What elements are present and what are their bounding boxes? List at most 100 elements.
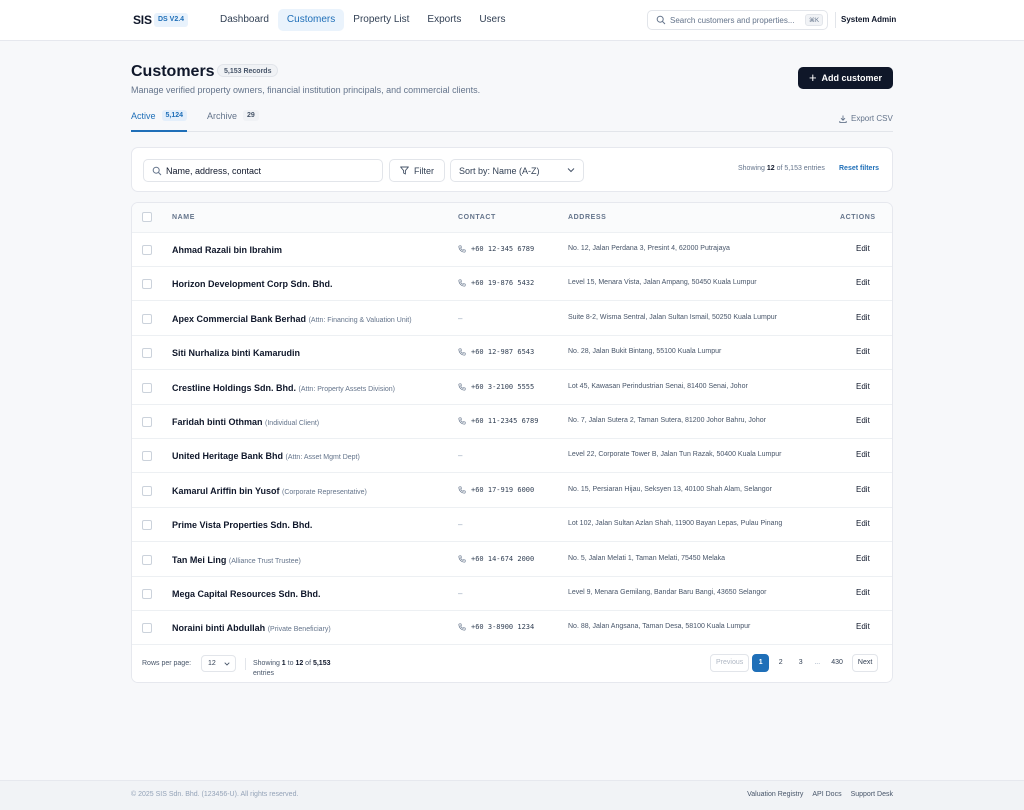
customer-name[interactable]: Mega Capital Resources Sdn. Bhd. (172, 589, 321, 599)
filter-panel: Filter Sort by: Name (A-Z) Showing 12 of… (131, 147, 893, 192)
table-row[interactable]: Siti Nurhaliza binti Kamarudin +60 12-987… (132, 336, 892, 371)
edit-button[interactable]: Edit (856, 622, 870, 631)
table-row[interactable]: Mega Capital Resources Sdn. Bhd. – Level 9… (132, 577, 892, 611)
row-checkbox[interactable] (142, 348, 152, 359)
tab-archive[interactable]: Archive 29 (207, 110, 259, 132)
table-search[interactable] (143, 159, 383, 182)
brand-logo[interactable]: SIS (133, 13, 152, 27)
customer-name[interactable]: Apex Commercial Bank Berhad (Attn: Finan… (172, 314, 412, 324)
user-menu[interactable]: System Admin (841, 15, 896, 24)
edit-button[interactable]: Edit (856, 244, 870, 253)
tab-archive-count: 29 (243, 110, 259, 121)
customer-name-text: Siti Nurhaliza binti Kamarudin (172, 348, 301, 359)
customer-name[interactable]: Kamarul Ariffin bin Yusof (Corporate Rep… (172, 486, 367, 496)
contact-phone: +60 3-2100 5555 (471, 382, 535, 391)
column-name[interactable]: NAME (172, 214, 195, 221)
edit-button[interactable]: Edit (856, 347, 870, 356)
filter-icon (400, 166, 409, 175)
nav-dashboard[interactable]: Dashboard (211, 9, 278, 31)
customer-name[interactable]: United Heritage Bank Bhd (Attn: Asset Mg… (172, 451, 360, 461)
phone-icon (458, 417, 466, 425)
page-button-3[interactable]: 3 (792, 654, 809, 672)
row-checkbox[interactable] (142, 451, 152, 462)
sort-select[interactable]: Sort by: Name (A-Z) (450, 159, 584, 182)
customer-name[interactable]: Faridah binti Othman (Individual Client) (172, 417, 319, 427)
row-checkbox[interactable] (142, 485, 152, 496)
edit-button[interactable]: Edit (856, 278, 870, 287)
customer-name[interactable]: Horizon Development Corp Sdn. Bhd. (172, 279, 333, 289)
page-button-2[interactable]: 2 (772, 654, 789, 672)
entries-summary-suffix: of 5,153 entries (776, 165, 825, 172)
table-row[interactable]: Faridah binti Othman (Individual Client)… (132, 405, 892, 439)
customer-name[interactable]: Ahmad Razali bin Ibrahim (172, 245, 282, 255)
edit-button[interactable]: Edit (856, 313, 870, 322)
next-page-button[interactable]: Next (851, 654, 879, 672)
table-header: NAME CONTACT ADDRESS ACTIONS (132, 203, 892, 233)
copyright-text: © 2025 SIS Sdn. Bhd. (123456-U). All rig… (131, 791, 299, 798)
customer-name[interactable]: Noraini binti Abdullah (Private Benefici… (172, 623, 331, 633)
nav-customers[interactable]: Customers (277, 9, 345, 31)
edit-button[interactable]: Edit (856, 450, 870, 459)
chevron-down-icon (567, 168, 575, 173)
row-checkbox[interactable] (142, 623, 152, 634)
customer-attn: (Individual Client) (265, 420, 320, 427)
rows-per-page-select[interactable]: 12 (201, 655, 236, 672)
table-row[interactable]: Kamarul Ariffin bin Yusof (Corporate Rep… (132, 474, 892, 508)
row-checkbox[interactable] (142, 520, 152, 531)
nav-users[interactable]: Users (470, 9, 514, 31)
row-checkbox[interactable] (142, 245, 152, 255)
nav-property-list[interactable]: Property List (344, 9, 418, 31)
global-search-input[interactable]: Search customers and properties... ⌘K (647, 10, 828, 30)
reset-filters-link[interactable]: Reset filters (839, 165, 879, 172)
row-checkbox[interactable] (142, 382, 152, 393)
entries-summary-count: 12 (766, 165, 775, 172)
table-search-input[interactable] (166, 164, 376, 178)
edit-button[interactable]: Edit (856, 519, 870, 528)
page-button-1[interactable]: 1 (752, 654, 770, 672)
customer-name[interactable]: Prime Vista Properties Sdn. Bhd. (172, 520, 312, 530)
customer-name[interactable]: Siti Nurhaliza binti Kamarudin (172, 348, 300, 358)
table-row[interactable]: Crestline Holdings Sdn. Bhd. (Attn: Prop… (132, 371, 892, 405)
site-footer: © 2025 SIS Sdn. Bhd. (123456-U). All rig… (0, 780, 1024, 810)
export-csv-button[interactable]: Export CSV (839, 114, 893, 123)
customers-table: NAME CONTACT ADDRESS ACTIONS Ahmad Razal… (131, 202, 893, 683)
nav-exports[interactable]: Exports (418, 9, 470, 31)
edit-button[interactable]: Edit (856, 485, 870, 494)
edit-button[interactable]: Edit (856, 554, 870, 563)
customer-name-text: Tan Mei Ling (172, 554, 227, 565)
edit-button[interactable]: Edit (856, 588, 870, 597)
add-customer-button[interactable]: + Add customer (798, 67, 893, 89)
table-row[interactable]: Noraini binti Abdullah (Private Benefici… (132, 611, 892, 646)
table-row[interactable]: Horizon Development Corp Sdn. Bhd. +60 19… (132, 267, 892, 302)
sort-label: Sort by: Name (A-Z) (459, 166, 540, 176)
row-checkbox[interactable] (142, 589, 152, 599)
edit-button[interactable]: Edit (856, 416, 870, 425)
edit-button[interactable]: Edit (856, 382, 870, 391)
table-row[interactable]: Prime Vista Properties Sdn. Bhd. – Lot 102… (132, 508, 892, 543)
row-checkbox[interactable] (142, 313, 152, 324)
table-row[interactable]: Ahmad Razali bin Ibrahim +60 12-345 6789 N… (132, 233, 892, 267)
row-checkbox[interactable] (142, 554, 152, 565)
table-row[interactable]: Apex Commercial Bank Berhad (Attn: Finan… (132, 302, 892, 336)
pager: Previous 1 2 3 ... 430 Next (710, 654, 879, 672)
footer-link-api-docs[interactable]: API Docs (812, 791, 841, 798)
select-all-checkbox[interactable] (142, 212, 152, 222)
customer-address: No. 12, Jalan Perdana 3, Presint 4, 6200… (568, 245, 730, 252)
page-button-last[interactable]: 430 (825, 654, 849, 672)
contact-empty: – (458, 313, 463, 323)
row-checkbox[interactable] (142, 279, 152, 290)
contact-phone: +60 11-2345 6789 (471, 417, 539, 425)
footer-link-support-desk[interactable]: Support Desk (851, 791, 893, 798)
customer-name[interactable]: Tan Mei Ling (Alliance Trust Trustee) (172, 555, 301, 565)
table-row[interactable]: Tan Mei Ling (Alliance Trust Trustee) +60… (132, 543, 892, 577)
previous-page-button[interactable]: Previous (710, 654, 750, 672)
customer-name[interactable]: Crestline Holdings Sdn. Bhd. (Attn: Prop… (172, 383, 395, 393)
row-checkbox[interactable] (142, 417, 152, 427)
download-icon (839, 115, 847, 123)
table-row[interactable]: United Heritage Bank Bhd (Attn: Asset Mg… (132, 439, 892, 474)
filter-button[interactable]: Filter (389, 159, 445, 182)
filter-label: Filter (414, 165, 434, 176)
footer-link-valuation-registry[interactable]: Valuation Registry (747, 791, 803, 798)
tab-active[interactable]: Active 5,124 (131, 110, 188, 132)
summary-part: of (303, 660, 313, 667)
